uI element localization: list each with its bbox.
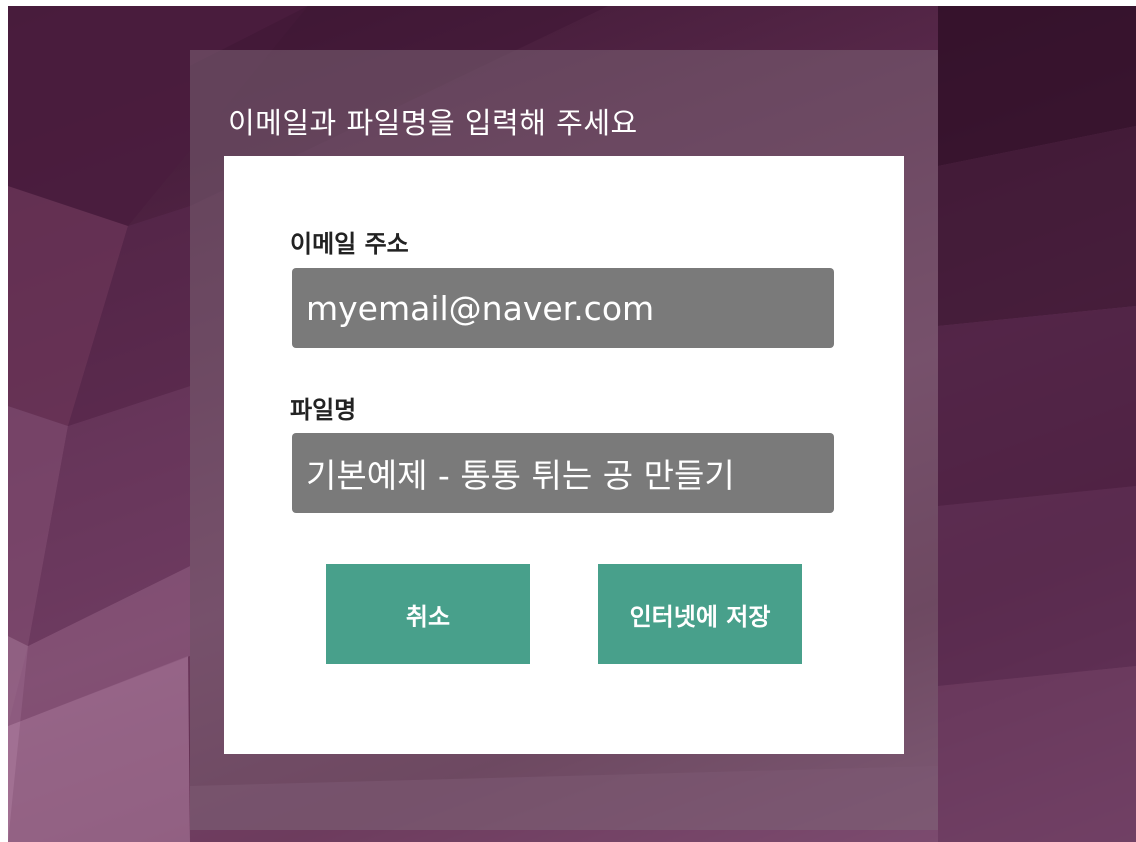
save-to-internet-button[interactable]: 인터넷에 저장 <box>598 564 802 664</box>
email-field-value: myemail@naver.com <box>306 288 655 328</box>
cancel-button[interactable]: 취소 <box>326 564 530 664</box>
filename-label: 파일명 <box>290 396 357 424</box>
email-field[interactable]: myemail@naver.com <box>292 268 834 348</box>
filename-field[interactable]: 기본예제 - 통통 튀는 공 만들기 <box>292 433 834 513</box>
filename-field-value: 기본예제 - 통통 튀는 공 만들기 <box>306 456 735 495</box>
save-dialog: 이메일과 파일명을 입력해 주세요 이메일 주소 myemail@naver.c… <box>190 50 938 830</box>
dialog-form-panel: 이메일 주소 myemail@naver.com 파일명 기본예제 - 통통 튀… <box>224 156 904 754</box>
app-screen: 이메일과 파일명을 입력해 주세요 이메일 주소 myemail@naver.c… <box>8 6 1136 842</box>
email-label: 이메일 주소 <box>290 230 409 258</box>
dialog-title: 이메일과 파일명을 입력해 주세요 <box>228 106 638 140</box>
